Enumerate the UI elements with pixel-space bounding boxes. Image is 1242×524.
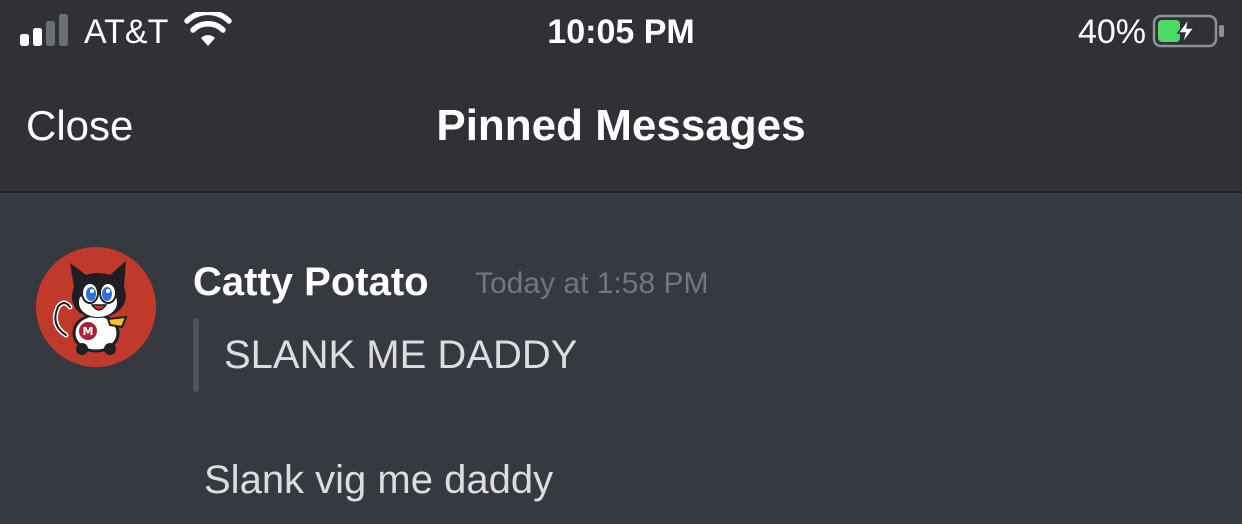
message-timestamp: Today at 1:58 PM	[475, 267, 709, 300]
quoted-text: SLANK ME DADDY	[224, 333, 578, 377]
svg-text:M: M	[83, 325, 94, 338]
battery-charging-icon	[1152, 14, 1224, 48]
page-title: Pinned Messages	[436, 101, 806, 150]
status-bar: AT&T 10:05 PM 40%	[0, 0, 1242, 66]
avatar[interactable]: M	[36, 247, 156, 367]
cat-avatar-icon: M	[36, 247, 156, 367]
message-author[interactable]: Catty Potato	[193, 258, 429, 306]
top-bar: AT&T 10:05 PM 40% Close Pinned Messages	[0, 0, 1242, 193]
message-text: Slank vig me daddy	[204, 458, 554, 502]
pinned-messages-screen: AT&T 10:05 PM 40% Close Pinned Messages	[0, 0, 1242, 524]
quote-bar	[193, 318, 199, 392]
battery-percent: 40%	[1077, 13, 1146, 51]
status-time: 10:05 PM	[547, 13, 695, 51]
